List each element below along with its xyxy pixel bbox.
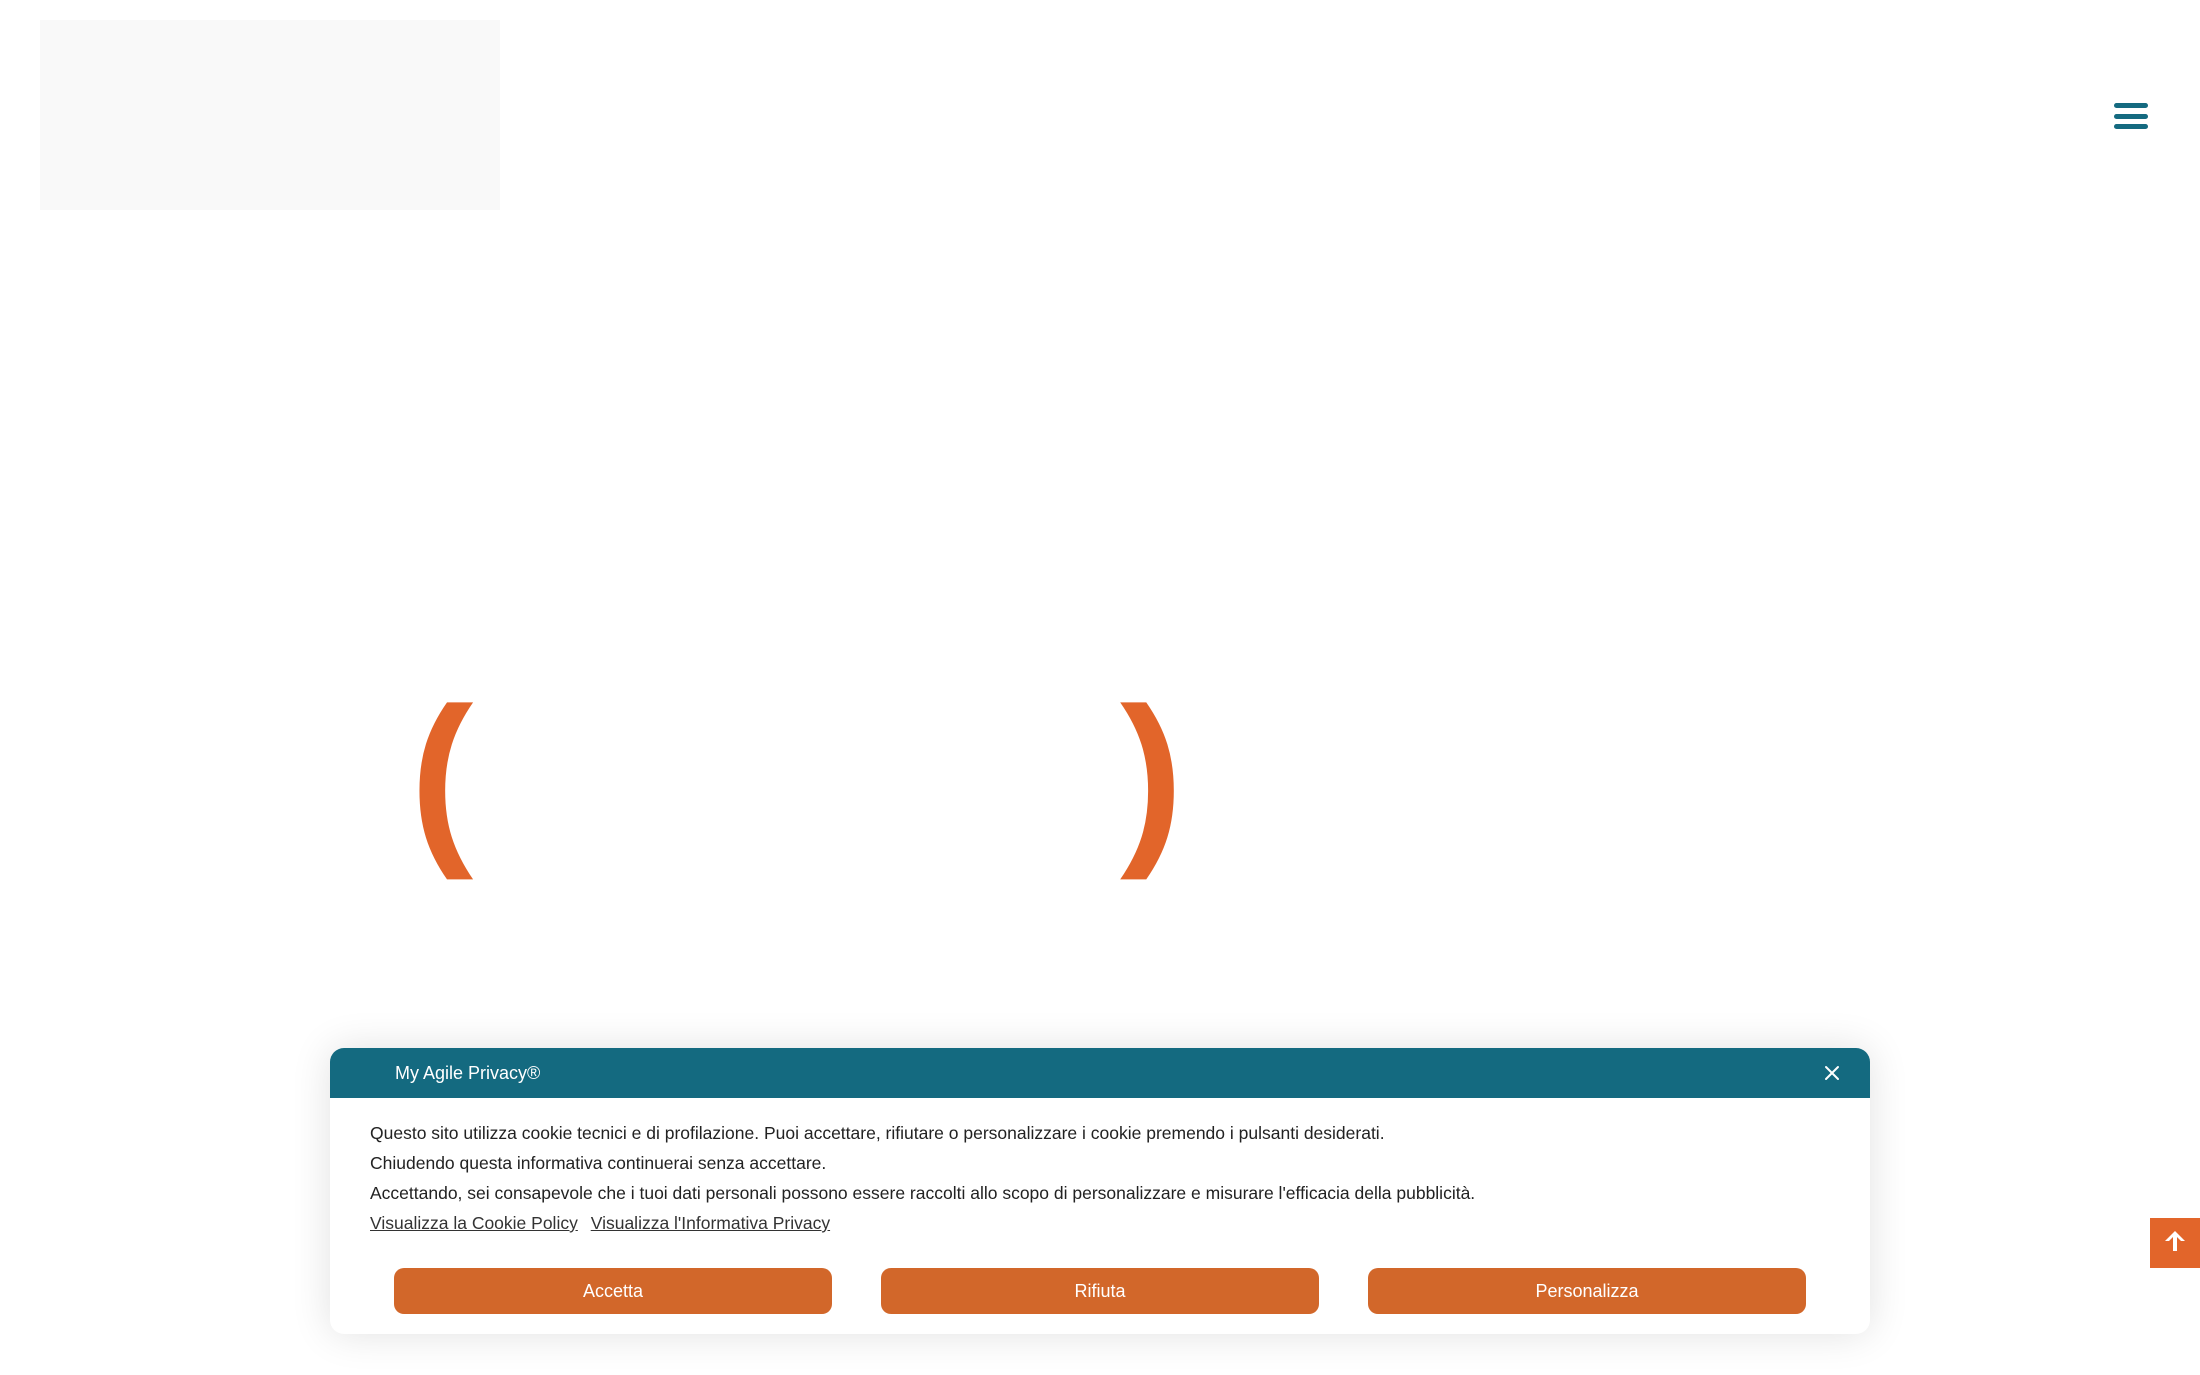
cookie-text-line: Questo sito utilizza cookie tecnici e di… <box>370 1123 1385 1143</box>
cookie-consent-banner: My Agile Privacy® Questo sito utilizza c… <box>330 1048 1870 1334</box>
cookie-banner-header: My Agile Privacy® <box>330 1048 1870 1098</box>
cookie-text-line: Accettando, sei consapevole che i tuoi d… <box>370 1183 1476 1203</box>
page: ( ) My Agile Privacy® Questo sito utiliz… <box>0 0 2200 1375</box>
cookie-banner-title: My Agile Privacy® <box>395 1062 541 1083</box>
customize-button[interactable]: Personalizza <box>1368 1268 1806 1314</box>
hero-paren-left: ( <box>410 669 474 881</box>
menu-bar <box>2114 124 2148 129</box>
cookie-actions: Accetta Rifiuta Personalizza <box>394 1268 1806 1314</box>
arrow-up-icon <box>2162 1228 2188 1259</box>
hamburger-menu-icon[interactable] <box>2112 100 2150 132</box>
menu-bar <box>2114 113 2148 119</box>
hero-paren-right: ) <box>1120 669 1184 881</box>
cookie-banner-body: Questo sito utilizza cookie tecnici e di… <box>330 1098 1870 1238</box>
reject-button[interactable]: Rifiuta <box>881 1268 1319 1314</box>
cookie-links: Visualizza la Cookie Policy Visualizza l… <box>370 1208 1830 1238</box>
site-logo-placeholder[interactable] <box>40 20 500 210</box>
accept-button[interactable]: Accetta <box>394 1268 832 1314</box>
menu-bar <box>2114 103 2148 108</box>
scroll-to-top-button[interactable] <box>2150 1218 2200 1268</box>
privacy-policy-link[interactable]: Visualizza l'Informativa Privacy <box>591 1213 830 1233</box>
close-icon[interactable] <box>1820 1061 1844 1085</box>
cookie-text-line: Chiudendo questa informativa continuerai… <box>370 1153 827 1173</box>
cookie-policy-link[interactable]: Visualizza la Cookie Policy <box>370 1213 578 1233</box>
